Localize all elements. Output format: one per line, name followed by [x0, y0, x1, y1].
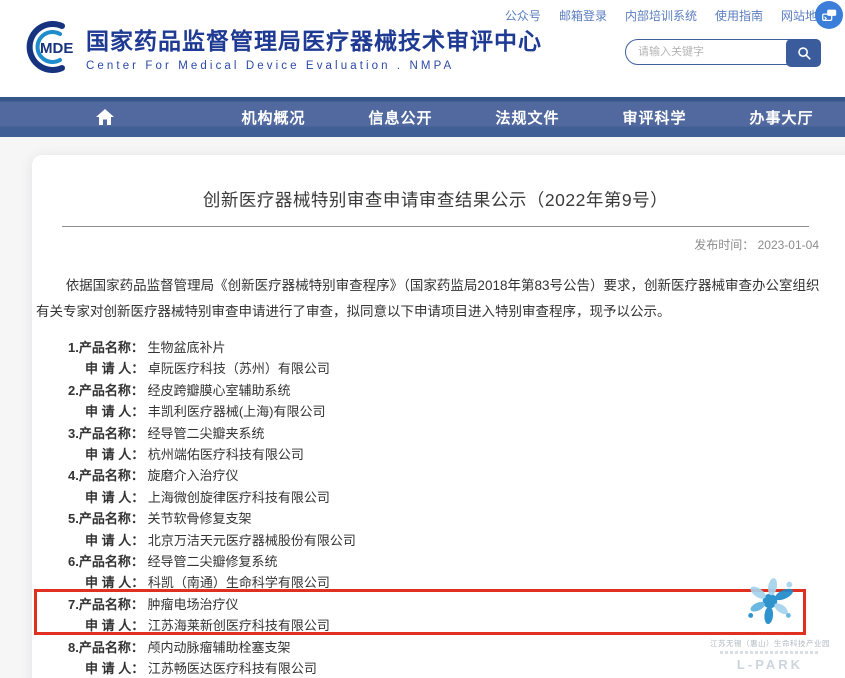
product-name: 经皮跨瓣膜心室辅助系统	[144, 383, 291, 398]
nav-item-2[interactable]: 法规文件	[464, 97, 591, 137]
product-label: 6.产品名称：	[68, 554, 144, 569]
applicant-line: 申 请 人： 丰凯利医疗器械(上海)有限公司	[68, 401, 835, 422]
applicant-name: 卓阮医疗科技（苏州）有限公司	[144, 361, 330, 376]
product-name: 关节软骨修复支架	[144, 511, 252, 526]
nav-item-4[interactable]: 办事大厅	[718, 97, 845, 137]
applicant-line: 申 请 人： 杭州端佑医疗科技有限公司	[68, 444, 835, 465]
nav-item-1[interactable]: 信息公开	[337, 97, 464, 137]
list-item-1: 1.产品名称： 生物盆底补片申 请 人： 卓阮医疗科技（苏州）有限公司	[68, 337, 835, 380]
top-link-2[interactable]: 内部培训系统	[625, 7, 697, 24]
product-label: 2.产品名称：	[68, 383, 144, 398]
applicant-name: 科凯（南通）生命科学有限公司	[144, 575, 330, 590]
home-icon	[95, 108, 115, 126]
product-line: 2.产品名称： 经皮跨瓣膜心室辅助系统	[68, 380, 835, 401]
applicant-label: 申 请 人：	[85, 575, 144, 590]
header: 公众号邮箱登录内部培训系统使用指南网站地图 MDE 国家药品监督管理局医疗器械技…	[0, 0, 845, 97]
search-input[interactable]	[638, 41, 783, 63]
product-line: 1.产品名称： 生物盆底补片	[68, 337, 835, 358]
watermark-text: 江苏无锡（惠山）生命科技产业园	[700, 638, 840, 649]
screen-toggle-glyph	[820, 6, 838, 24]
title-divider	[62, 226, 809, 227]
applicant-label: 申 请 人：	[85, 404, 144, 419]
main-area: 创新医疗器械特别审查申请审查结果公示（2022年第9号） 发布时间： 2023-…	[0, 137, 845, 678]
applicant-label: 申 请 人：	[85, 661, 144, 676]
watermark: 江苏无锡（惠山）生命科技产业园 L-PARK	[700, 571, 840, 672]
list-item-4: 4.产品名称： 旋磨介入治疗仪申 请 人： 上海微创旋律医疗科技有限公司	[68, 465, 835, 508]
watermark-subtext	[720, 651, 820, 654]
publish-date-line: 发布时间： 2023-01-04	[36, 236, 835, 253]
watermark-brand: L-PARK	[700, 657, 840, 672]
applicant-name: 江苏海莱新创医疗科技有限公司	[144, 618, 330, 633]
product-name: 经导管二尖瓣夹系统	[144, 426, 265, 441]
applicant-name: 杭州端佑医疗科技有限公司	[144, 447, 304, 462]
cmde-logo-icon: MDE	[24, 20, 78, 74]
product-name: 颅内动脉瘤辅助栓塞支架	[144, 640, 291, 655]
nav-item-3[interactable]: 审评科学	[591, 97, 718, 137]
page-title: 创新医疗器械特别审查申请审查结果公示（2022年第9号）	[36, 187, 835, 212]
applicant-label: 申 请 人：	[85, 361, 144, 376]
applicant-label: 申 请 人：	[85, 490, 144, 505]
site-title-en: Center For Medical Device Evaluation . N…	[86, 60, 542, 72]
publish-date-label: 发布时间：	[694, 238, 754, 252]
device-switch-icon[interactable]	[815, 1, 843, 29]
product-label: 7.产品名称：	[68, 597, 144, 612]
applicant-label: 申 请 人：	[85, 618, 144, 633]
applicant-line: 申 请 人： 上海微创旋律医疗科技有限公司	[68, 487, 835, 508]
product-name: 经导管二尖瓣修复系统	[144, 554, 278, 569]
list-item-2: 2.产品名称： 经皮跨瓣膜心室辅助系统申 请 人： 丰凯利医疗器械(上海)有限公…	[68, 380, 835, 423]
applicant-name: 丰凯利医疗器械(上海)有限公司	[144, 404, 325, 419]
product-name: 生物盆底补片	[144, 340, 226, 355]
applicant-name: 北京万洁天元医疗器械股份有限公司	[144, 533, 356, 548]
search-icon	[796, 45, 812, 61]
search-button[interactable]	[786, 39, 821, 67]
applicant-name: 上海微创旋律医疗科技有限公司	[144, 490, 330, 505]
site-logo[interactable]: MDE 国家药品监督管理局医疗器械技术审评中心 Center For Medic…	[24, 20, 542, 74]
product-label: 5.产品名称：	[68, 511, 144, 526]
top-link-1[interactable]: 邮箱登录	[559, 7, 607, 24]
top-link-3[interactable]: 使用指南	[715, 7, 763, 24]
intro-paragraph: 依据国家药品监督管理局《创新医疗器械特别审查程序》（国家药监局2018年第83号…	[36, 273, 835, 325]
top-links: 公众号邮箱登录内部培训系统使用指南网站地图	[505, 7, 829, 24]
search-box	[625, 39, 821, 65]
svg-text:MDE: MDE	[40, 40, 73, 57]
product-line: 5.产品名称： 关节软骨修复支架	[68, 508, 835, 529]
applicant-name: 江苏畅医达医疗科技有限公司	[144, 661, 317, 676]
applicant-line: 申 请 人： 卓阮医疗科技（苏州）有限公司	[68, 358, 835, 379]
nav-home[interactable]	[0, 97, 210, 137]
main-nav: 机构概况信息公开法规文件审评科学办事大厅	[0, 97, 845, 137]
product-line: 4.产品名称： 旋磨介入治疗仪	[68, 465, 835, 486]
list-item-3: 3.产品名称： 经导管二尖瓣夹系统申 请 人： 杭州端佑医疗科技有限公司	[68, 423, 835, 466]
site-title-cn: 国家药品监督管理局医疗器械技术审评中心	[86, 22, 542, 56]
publish-date-value: 2023-01-04	[758, 238, 819, 252]
nav-item-0[interactable]: 机构概况	[210, 97, 337, 137]
applicant-label: 申 请 人：	[85, 533, 144, 548]
applicant-label: 申 请 人：	[85, 447, 144, 462]
product-name: 旋磨介入治疗仪	[144, 468, 239, 483]
product-name: 肿瘤电场治疗仪	[144, 597, 239, 612]
product-line: 3.产品名称： 经导管二尖瓣夹系统	[68, 423, 835, 444]
product-label: 8.产品名称：	[68, 640, 144, 655]
lpark-splash-icon	[741, 571, 799, 629]
product-label: 4.产品名称：	[68, 468, 144, 483]
list-item-5: 5.产品名称： 关节软骨修复支架申 请 人： 北京万洁天元医疗器械股份有限公司	[68, 508, 835, 551]
applicant-line: 申 请 人： 北京万洁天元医疗器械股份有限公司	[68, 530, 835, 551]
product-line: 6.产品名称： 经导管二尖瓣修复系统	[68, 551, 835, 572]
product-label: 1.产品名称：	[68, 340, 144, 355]
product-label: 3.产品名称：	[68, 426, 144, 441]
